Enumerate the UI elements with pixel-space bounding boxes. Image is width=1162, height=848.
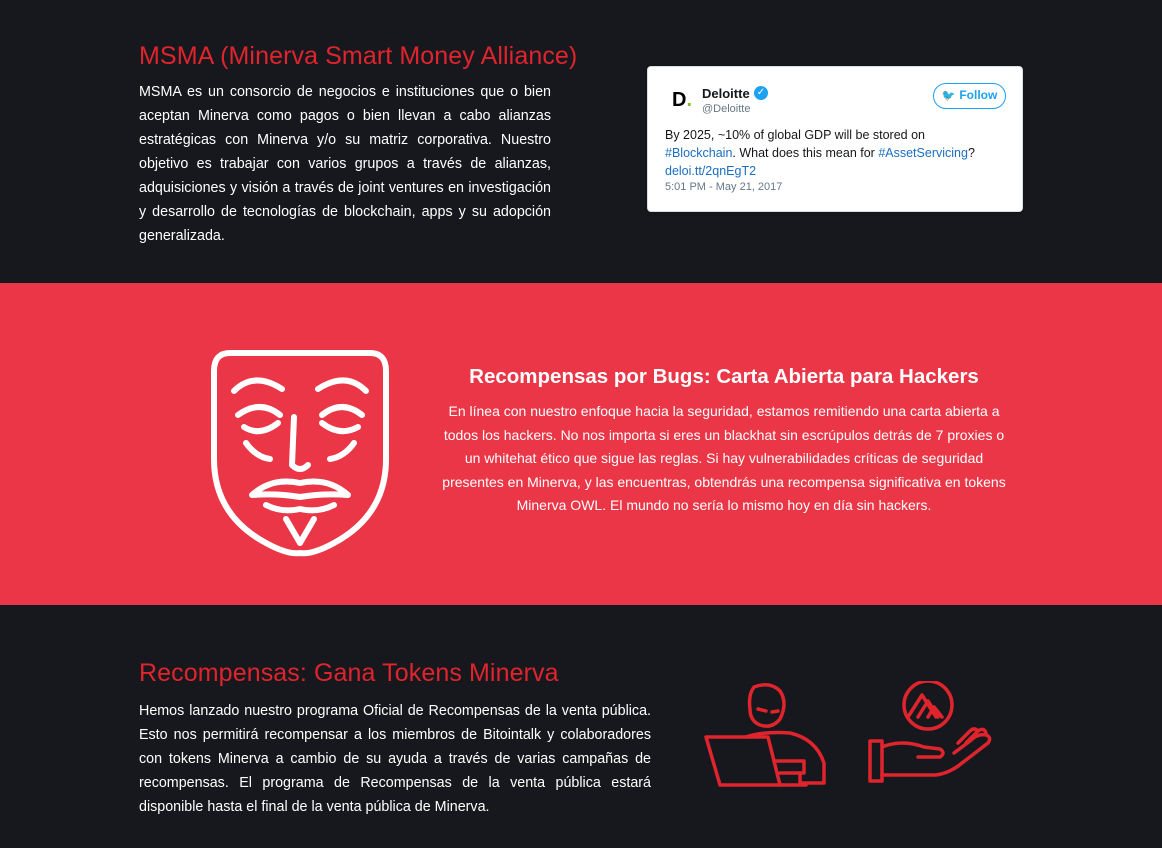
bug-bounty-title: Recompensas por Bugs: Carta Abierta para… [469,365,979,388]
hand-token-icon [868,681,992,783]
tweet-date-link[interactable]: 5:01 PM - May 21, 2017 [665,181,782,193]
hashtag-blockchain-link[interactable]: #Blockchain [665,146,732,160]
hashtag-assetservicing-link[interactable]: #AssetServicing [878,146,968,160]
msma-section: MSMA (Minerva Smart Money Alliance) MSMA… [0,0,1162,283]
tweet-author-name[interactable]: Deloitte [702,86,750,101]
follow-button[interactable]: 🐦 Follow [933,83,1006,109]
bug-bounty-description: En línea con nuestro enfoque hacia la se… [442,403,1006,513]
msma-title: MSMA (Minerva Smart Money Alliance) [139,42,578,70]
guy-fawkes-mask-icon [211,350,389,557]
deloitte-logo: D. [672,89,693,111]
twitter-bird-icon: 🐦 [941,90,956,102]
rewards-section: Recompensas: Gana Tokens Minerva Hemos l… [0,605,1162,848]
msma-description: MSMA es un consorcio de negocios e insti… [139,84,551,244]
tweet-author-handle[interactable]: @Deloitte [702,103,750,115]
rewards-description: Hemos lanzado nuestro programa Oficial d… [139,703,651,815]
embedded-tweet[interactable]: D. Deloitte ✓ @Deloitte 🐦 Follow By 2025,… [647,66,1023,212]
bug-bounty-section: Recompensas por Bugs: Carta Abierta para… [0,283,1162,605]
verified-badge-icon: ✓ [754,86,768,100]
rewards-title: Recompensas: Gana Tokens Minerva [139,659,559,687]
tweet-short-link[interactable]: deloi.tt/2qnEgT2 [665,164,756,178]
person-laptop-icon [704,683,826,787]
tweet-text: By 2025, ~10% of global GDP will be stor… [665,128,975,178]
